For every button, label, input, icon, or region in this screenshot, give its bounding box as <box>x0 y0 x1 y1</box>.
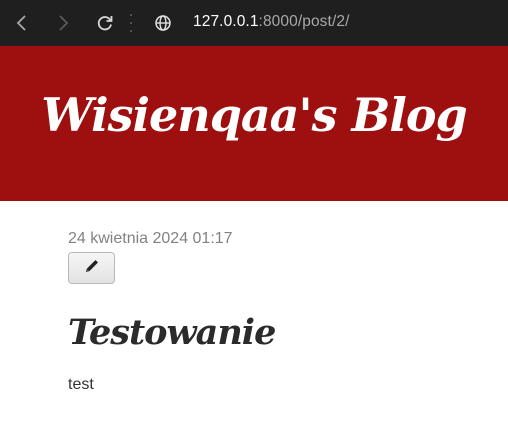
site-title[interactable]: Wisienqaa's Blog <box>0 92 508 138</box>
toolbar-divider <box>130 14 132 32</box>
pencil-icon <box>84 258 100 279</box>
edit-post-button[interactable] <box>68 252 115 284</box>
post-body: test <box>68 376 94 393</box>
back-arrow-icon[interactable] <box>9 10 35 36</box>
url-path: :8000/post/2/ <box>258 13 350 30</box>
globe-icon[interactable] <box>150 10 176 36</box>
forward-arrow-icon[interactable] <box>50 10 76 36</box>
url-host: 127.0.0.1 <box>193 13 259 30</box>
browser-toolbar: 127.0.0.1:8000/post/2/ <box>0 0 508 46</box>
post-date: 24 kwietnia 2024 01:17 <box>68 230 233 247</box>
post-title: Testowanie <box>68 312 276 353</box>
reload-icon[interactable] <box>92 10 118 36</box>
address-bar[interactable]: 127.0.0.1:8000/post/2/ <box>193 13 349 31</box>
